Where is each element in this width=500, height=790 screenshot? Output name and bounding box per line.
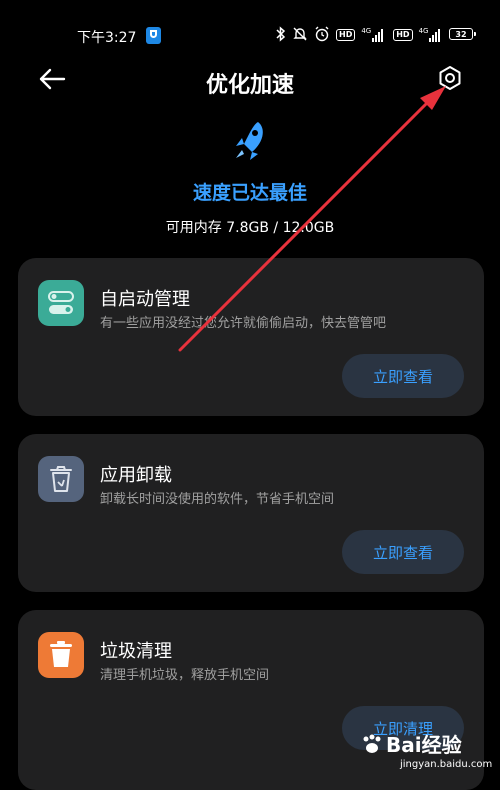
alarm-icon — [314, 26, 330, 45]
status-icons: HD 4G HD 4G — [276, 25, 441, 45]
card-description: 有一些应用没经过您允许就偷偷启动，快去管管吧 — [100, 316, 387, 331]
speed-hero: 速度已达最佳 可用内存 7.8GB / 12.0GB — [0, 118, 500, 237]
watermark-url: jingyan.baidu.com — [400, 759, 493, 770]
speed-status-text: 速度已达最佳 — [192, 182, 307, 204]
app-header: 优化加速 — [0, 55, 500, 105]
uninstall-bin-icon — [38, 456, 84, 502]
mute-bell-icon — [292, 26, 308, 45]
card-title: 应用卸载 — [100, 465, 172, 486]
toggle-switches-icon — [38, 280, 84, 326]
card-description: 清理手机垃圾，释放手机空间 — [100, 668, 270, 683]
trash-icon — [38, 632, 84, 678]
network-type-label-2: 4G — [418, 27, 429, 35]
hd-voice-icon: HD — [336, 29, 356, 41]
baidu-jingyan-watermark: Bai经验 jingyan.baidu.com — [360, 725, 500, 781]
rocket-icon — [230, 118, 270, 168]
watermark-text: Bai经验 — [386, 733, 462, 757]
bluetooth-icon — [276, 25, 286, 45]
view-now-button[interactable]: 立即查看 — [342, 530, 464, 574]
signal-icon-2: 4G — [419, 28, 441, 42]
status-time: 下午3:27 — [77, 30, 137, 46]
card-autostart-management[interactable]: 自启动管理 有一些应用没经过您允许就偷偷启动，快去管管吧 立即查看 — [18, 258, 484, 416]
view-now-button[interactable]: 立即查看 — [342, 354, 464, 398]
card-title: 自启动管理 — [100, 289, 190, 310]
card-app-uninstall[interactable]: 应用卸载 卸载长时间没使用的软件，节省手机空间 立即查看 — [18, 434, 484, 592]
signal-icon: 4G — [361, 27, 384, 42]
page-title: 优化加速 — [205, 73, 294, 98]
security-shield-icon — [146, 27, 161, 44]
battery-icon: 32 — [449, 28, 476, 40]
hd-voice-icon-2: HD — [393, 29, 413, 41]
gear-icon[interactable] — [437, 65, 463, 91]
network-type-label: 4G — [361, 27, 372, 35]
paw-logo-icon — [360, 733, 384, 761]
card-title: 垃圾清理 — [100, 641, 172, 662]
memory-info: 可用内存 7.8GB / 12.0GB — [165, 220, 335, 236]
card-description: 卸载长时间没使用的软件，节省手机空间 — [100, 492, 335, 507]
